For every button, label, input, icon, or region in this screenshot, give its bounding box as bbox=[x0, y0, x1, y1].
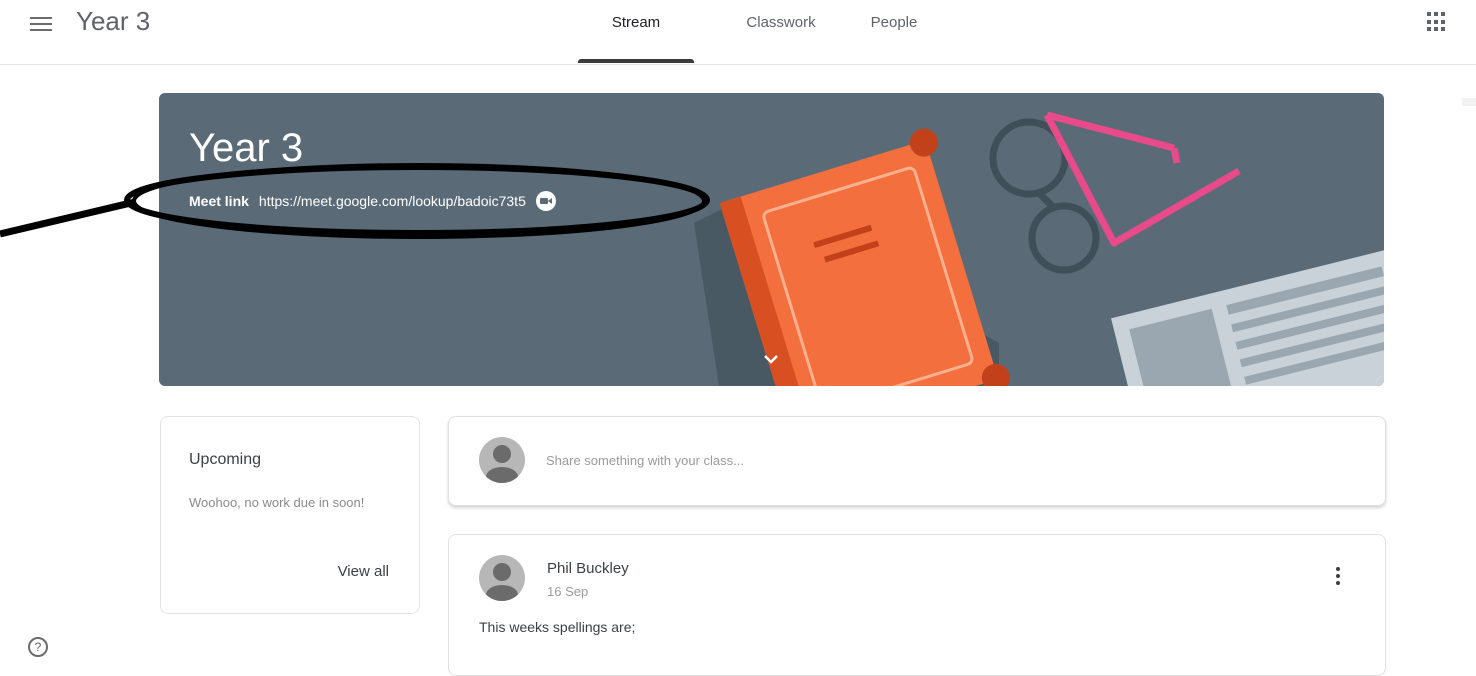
help-icon[interactable]: ? bbox=[28, 637, 48, 657]
post-date: 16 Sep bbox=[547, 584, 589, 599]
view-all-link[interactable]: View all bbox=[338, 563, 389, 580]
meet-link-row: Meet link https://meet.google.com/lookup… bbox=[189, 191, 556, 211]
post-avatar bbox=[479, 555, 525, 601]
upcoming-message: Woohoo, no work due in soon! bbox=[189, 495, 365, 510]
post-author: Phil Buckley bbox=[547, 560, 629, 577]
tab-classwork[interactable]: Classwork bbox=[708, 0, 854, 64]
meet-video-icon[interactable] bbox=[535, 191, 556, 211]
upcoming-card: Upcoming Woohoo, no work due in soon! Vi… bbox=[160, 416, 420, 614]
stream-post: Phil Buckley 16 Sep This weeks spellings… bbox=[448, 534, 1386, 676]
tab-bar: Stream Classwork People bbox=[578, 0, 942, 64]
avatar bbox=[479, 437, 525, 483]
class-banner: Year 3 Meet link https://meet.google.com… bbox=[159, 93, 1384, 386]
tab-people[interactable]: People bbox=[846, 0, 942, 64]
menu-icon[interactable] bbox=[30, 14, 52, 32]
share-box[interactable]: Share something with your class... bbox=[448, 416, 1386, 506]
meet-link-url[interactable]: https://meet.google.com/lookup/badoic73t… bbox=[259, 193, 526, 209]
top-bar: Year 3 Stream Classwork People bbox=[0, 0, 1476, 65]
tab-stream[interactable]: Stream bbox=[578, 0, 694, 64]
more-vert-icon[interactable] bbox=[1333, 567, 1343, 591]
meet-link-label: Meet link bbox=[189, 193, 249, 209]
banner-title: Year 3 bbox=[189, 126, 304, 170]
chevron-down-icon[interactable] bbox=[759, 347, 783, 371]
upcoming-title: Upcoming bbox=[189, 451, 262, 468]
apps-grid-icon[interactable] bbox=[1427, 12, 1447, 32]
course-title[interactable]: Year 3 bbox=[76, 6, 150, 37]
scroll-edge bbox=[1462, 98, 1476, 106]
post-body: This weeks spellings are; bbox=[479, 619, 636, 635]
person-icon bbox=[486, 445, 518, 483]
banner-illustration bbox=[694, 111, 1384, 386]
share-input[interactable]: Share something with your class... bbox=[546, 453, 744, 468]
person-icon bbox=[486, 563, 518, 601]
